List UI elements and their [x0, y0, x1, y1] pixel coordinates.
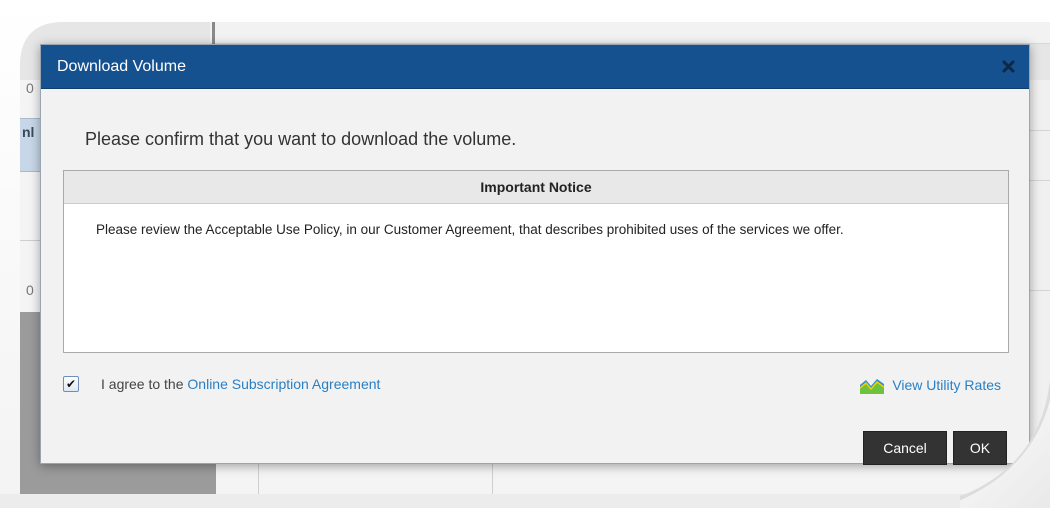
- download-volume-dialog: Download Volume Please confirm that you …: [40, 44, 1030, 465]
- bg-left-row-divider: [20, 240, 40, 241]
- cancel-button[interactable]: Cancel: [863, 431, 947, 465]
- bg-text-fragment: 0: [26, 282, 34, 298]
- bg-right-row-divider: [1030, 130, 1050, 131]
- bg-right-row-divider: [1030, 180, 1050, 181]
- agreement-row: ✔ I agree to the Online Subscription Agr…: [63, 376, 380, 392]
- bg-column-divider: [258, 464, 259, 494]
- close-icon[interactable]: [999, 58, 1017, 76]
- bg-text-fragment: nl: [22, 124, 35, 140]
- dialog-titlebar: Download Volume: [41, 45, 1029, 89]
- confirm-message: Please confirm that you want to download…: [85, 129, 517, 149]
- bg-right-row-divider: [1030, 290, 1050, 291]
- bg-right-column: [1030, 80, 1050, 480]
- important-notice-panel: Important Notice Please review the Accep…: [63, 170, 1009, 353]
- agree-checkbox[interactable]: ✔: [63, 376, 79, 392]
- dialog-title: Download Volume: [57, 57, 186, 75]
- view-utility-rates-link[interactable]: View Utility Rates: [892, 377, 1001, 393]
- online-subscription-agreement-link[interactable]: Online Subscription Agreement: [187, 376, 380, 392]
- view-utility-rates[interactable]: View Utility Rates: [860, 376, 1001, 394]
- ok-button[interactable]: OK: [953, 431, 1007, 465]
- close-icon-glyph: [1002, 60, 1014, 73]
- notice-body: Please review the Acceptable Use Policy,…: [96, 222, 844, 237]
- dialog-buttons: Cancel OK: [863, 431, 1007, 465]
- bg-bottom-panel: [20, 464, 216, 494]
- bg-text-fragment: 0: [26, 80, 34, 96]
- bg-header-strip: [210, 22, 1050, 44]
- chart-area-icon: [860, 379, 885, 394]
- notice-header: Important Notice: [64, 171, 1008, 204]
- agree-prefix-text: I agree to the: [101, 376, 184, 392]
- bg-column-divider: [492, 464, 493, 494]
